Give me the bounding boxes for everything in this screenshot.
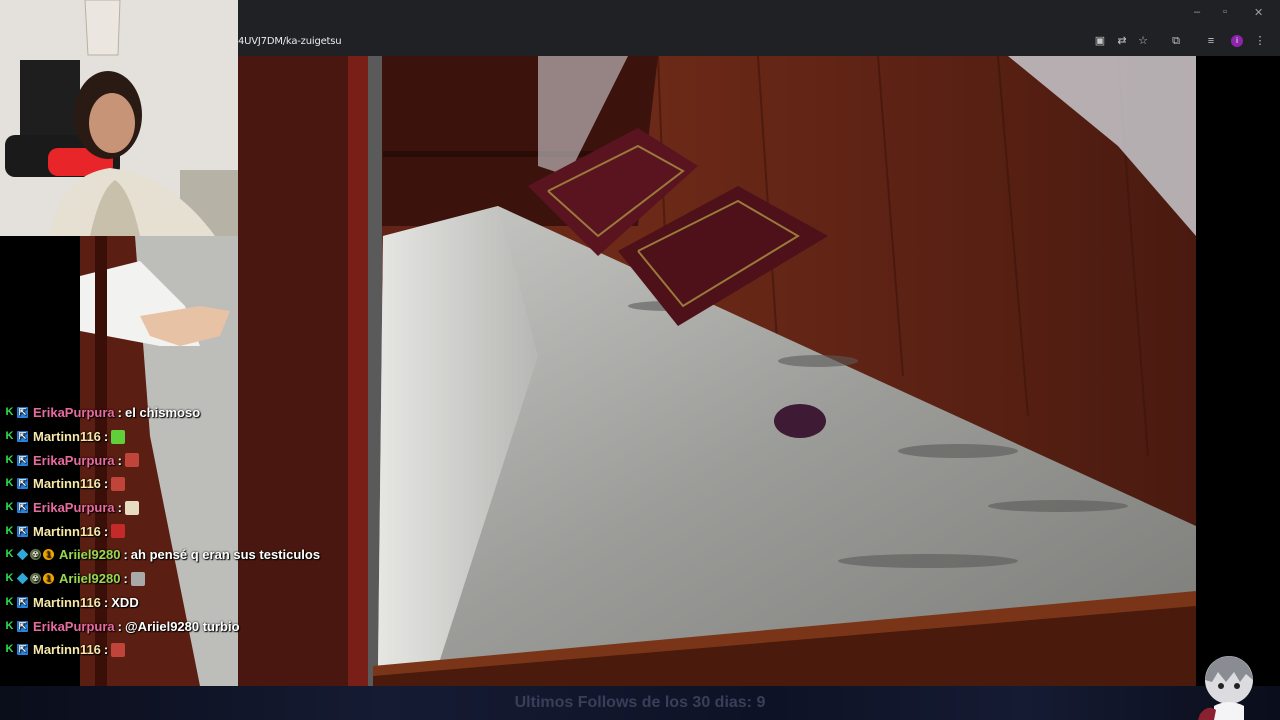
platform-badge-icon: ⇱ [17, 478, 28, 490]
chat-text: ah pensé q eran sus testiculos [130, 547, 321, 563]
chat-message: K ⇱ Martinn116: [4, 638, 424, 662]
bookmark-star-icon[interactable]: ☆ [1136, 34, 1150, 48]
chat-username: ErikaPurpura [33, 618, 115, 634]
gem-badge-icon [16, 549, 29, 561]
gold-one-badge-icon: 1 [43, 573, 54, 585]
chat-message: K ⇱ ErikaPurpura: el chismoso [4, 401, 424, 425]
platform-badge-icon: ⇱ [17, 502, 28, 514]
address-bar[interactable]: 4UVJ7DM/ka-zuigetsu ▣ ⇄ ☆ ⧉ ≡ i ⋮ [238, 28, 1280, 56]
browser-titlebar: – ▫ ✕ [238, 0, 1280, 28]
chat-username: Martinn116 [33, 594, 101, 610]
kick-badge-icon: K [5, 595, 14, 608]
chat-message: K ⇱ Martinn116: [4, 425, 424, 449]
menu-kebab-icon[interactable]: ⋮ [1253, 34, 1267, 48]
red-face-emote-icon [111, 476, 126, 491]
platform-badge-icon: ⇱ [17, 596, 28, 608]
chat-username: ErikaPurpura [33, 500, 115, 516]
nuke-badge-icon: ☢ [30, 549, 41, 561]
chat-text: XDD [111, 594, 139, 610]
kick-badge-icon: K [5, 572, 14, 585]
chibi-mascot-icon [1198, 656, 1253, 720]
url-text[interactable]: 4UVJ7DM/ka-zuigetsu [238, 36, 342, 47]
chat-message: K ⇱ ErikaPurpura: @Ariiel9280 turbio [4, 614, 424, 638]
chat-username: Ariiel9280 [59, 547, 121, 563]
chat-username: Martinn116 [33, 476, 101, 492]
kick-badge-icon: K [5, 548, 14, 561]
platform-badge-icon: ⇱ [17, 620, 28, 632]
chat-username: ErikaPurpura [33, 405, 115, 421]
chat-separator: : [117, 618, 122, 634]
red-face-emote-icon [111, 642, 126, 657]
minimize-button[interactable]: – [1194, 6, 1200, 18]
chat-separator: : [117, 452, 122, 468]
devil-face-emote-icon [111, 524, 126, 539]
grey-cat-emote-icon [130, 571, 145, 586]
webcam-feed [0, 0, 238, 236]
follows-bar: Ultimos Follows de los 30 dias: 9 [0, 686, 1280, 720]
kick-badge-icon: K [5, 501, 14, 514]
kick-badge-icon: K [5, 453, 14, 466]
gem-badge-icon [16, 572, 29, 585]
chat-separator: : [103, 429, 109, 445]
chat-separator: : [123, 571, 128, 587]
profile-avatar[interactable]: i [1231, 35, 1243, 47]
chat-text: el chismoso [125, 405, 201, 421]
chat-separator: : [117, 405, 122, 421]
chat-username: Martinn116 [33, 523, 101, 539]
gold-one-badge-icon: 1 [43, 549, 54, 561]
chat-separator: : [103, 476, 109, 492]
maximize-button[interactable]: ▫ [1223, 6, 1227, 18]
follows-counter-text: Ultimos Follows de los 30 dias: 9 [514, 694, 766, 711]
cast-icon[interactable]: ▣ [1093, 34, 1107, 48]
chat-separator: : [103, 523, 109, 539]
chat-message: K ⇱ ErikaPurpura: [4, 448, 424, 472]
kick-badge-icon: K [5, 619, 14, 632]
media-control-icon[interactable]: ≡ [1204, 34, 1218, 48]
chat-username: Ariiel9280 [59, 571, 121, 587]
chat-message: K ☢ 1 Ariiel9280: [4, 567, 424, 591]
chat-separator: : [117, 500, 122, 516]
kick-badge-icon: K [5, 477, 14, 490]
platform-badge-icon: ⇱ [17, 431, 28, 443]
streamer-webcam-image [0, 0, 238, 236]
chat-text: @Ariiel9280 turbio [125, 618, 240, 634]
kick-badge-icon: K [5, 643, 14, 656]
platform-badge-icon: ⇱ [17, 454, 28, 466]
platform-badge-icon: ⇱ [17, 525, 28, 537]
translate-icon[interactable]: ⇄ [1115, 34, 1129, 48]
kick-badge-icon: K [5, 524, 14, 537]
kick-badge-icon: K [5, 430, 14, 443]
chat-separator: : [103, 642, 109, 658]
chat-message: K ☢ 1 Ariiel9280: ah pensé q eran sus testic… [4, 543, 424, 567]
red-face-emote-icon [125, 453, 139, 468]
platform-badge-icon: ⇱ [17, 407, 28, 419]
chat-message: K ⇱ Martinn116: XDD [4, 591, 424, 615]
platform-badge-icon: ⇱ [17, 644, 28, 656]
extensions-icon[interactable]: ⧉ [1169, 34, 1183, 48]
chat-username: Martinn116 [33, 642, 101, 658]
chat-message: K ⇱ ErikaPurpura: [4, 496, 424, 520]
green-blob-emote-icon [111, 429, 126, 444]
paper-face-emote-icon [125, 500, 139, 515]
close-window-button[interactable]: ✕ [1254, 6, 1263, 19]
chat-username: ErikaPurpura [33, 452, 115, 468]
nuke-badge-icon: ☢ [30, 573, 41, 585]
chat-separator: : [103, 594, 109, 610]
chat-overlay: K ⇱ ErikaPurpura: el chismoso K ⇱ Martinn116: K… [4, 401, 424, 662]
chat-separator: : [123, 547, 128, 563]
chat-username: Martinn116 [33, 429, 101, 445]
kick-badge-icon: K [5, 406, 14, 419]
chat-message: K ⇱ Martinn116: [4, 519, 424, 543]
chat-message: K ⇱ Martinn116: [4, 472, 424, 496]
